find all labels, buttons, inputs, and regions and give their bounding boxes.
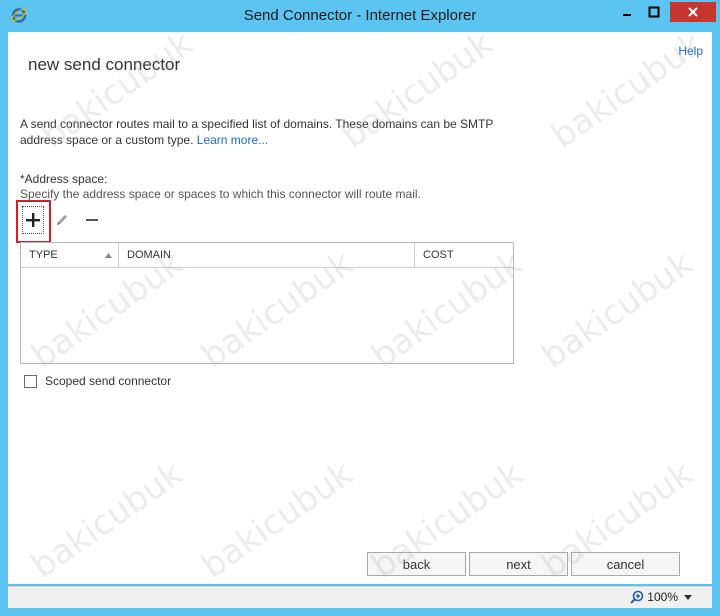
dialog-content: Help new send connector A send connector… (8, 32, 712, 584)
table-header: TYPE DOMAIN COST (21, 243, 513, 268)
cancel-button[interactable]: cancel (571, 552, 680, 576)
ie-window: Send Connector - Internet Explorer Help … (0, 0, 720, 616)
remove-button[interactable] (84, 212, 100, 228)
column-header-domain[interactable]: DOMAIN (119, 243, 415, 268)
status-bar: 100% (8, 586, 712, 608)
maximize-icon (648, 6, 660, 18)
address-space-label: *Address space: (20, 172, 108, 186)
close-icon (688, 7, 698, 17)
column-cost-label: COST (423, 249, 454, 261)
scoped-connector-checkbox[interactable] (24, 374, 37, 388)
column-type-label: TYPE (29, 249, 58, 261)
title-bar[interactable]: Send Connector - Internet Explorer (0, 0, 720, 32)
column-header-cost[interactable]: COST (415, 243, 513, 268)
description: A send connector routes mail to a specif… (20, 116, 510, 148)
close-button[interactable] (670, 2, 716, 22)
minimize-button[interactable] (614, 2, 640, 22)
scoped-connector-label: Scoped send connector (45, 374, 172, 388)
next-button[interactable]: next (469, 552, 568, 576)
address-space-hint: Specify the address space or spaces to w… (20, 187, 421, 201)
help-link[interactable]: Help (678, 44, 703, 58)
maximize-button[interactable] (640, 2, 668, 22)
zoom-control[interactable]: 100% (630, 590, 692, 604)
page-title: new send connector (28, 55, 181, 74)
back-button[interactable]: back (367, 552, 466, 576)
zoom-level: 100% (647, 590, 678, 604)
zoom-icon (630, 590, 644, 604)
column-header-type[interactable]: TYPE (21, 243, 119, 268)
scoped-connector-option[interactable]: Scoped send connector (24, 374, 171, 388)
add-button[interactable] (22, 206, 44, 234)
window-title: Send Connector - Internet Explorer (243, 7, 477, 24)
column-domain-label: DOMAIN (127, 249, 171, 261)
minimize-icon (623, 14, 631, 16)
learn-more-link[interactable]: Learn more... (197, 133, 268, 147)
sort-ascending-icon (105, 253, 112, 258)
chevron-down-icon (684, 594, 692, 600)
minus-icon (86, 219, 98, 221)
address-space-table[interactable]: TYPE DOMAIN COST (20, 242, 514, 364)
edit-button[interactable] (54, 212, 70, 228)
plus-icon (26, 213, 40, 227)
pencil-icon (57, 215, 67, 225)
